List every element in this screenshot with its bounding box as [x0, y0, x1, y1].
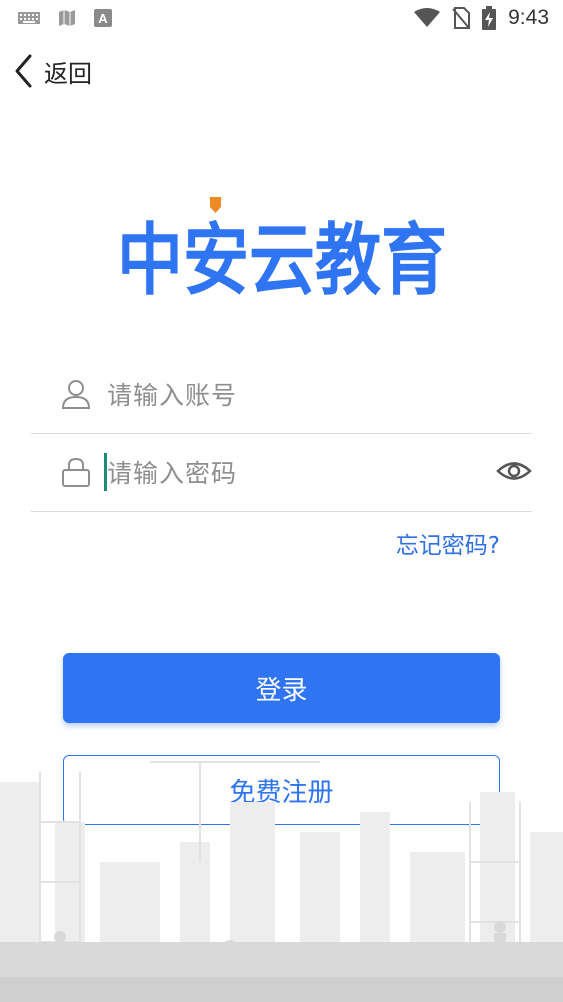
construction-skyline-illustration: [0, 761, 563, 1002]
back-label: 返回: [44, 59, 92, 88]
font-app-icon: A: [94, 9, 112, 27]
keyboard-icon: [18, 12, 40, 24]
forgot-password-link[interactable]: 忘记密码?: [396, 526, 500, 560]
eye-icon[interactable]: [496, 456, 532, 486]
chevron-left-icon: [15, 54, 32, 88]
logo-graphic: 中安云教育: [117, 197, 447, 306]
user-icon: [61, 380, 91, 409]
back-button[interactable]: 返回: [12, 50, 92, 92]
status-bar: A 9:43: [0, 0, 563, 38]
login-button[interactable]: 登录: [63, 653, 500, 723]
account-placeholder: 请输入账号: [107, 381, 238, 410]
svg-text:A: A: [98, 11, 108, 26]
no-sim-icon: [452, 7, 471, 29]
map-icon: [59, 10, 75, 26]
status-time: 9:43: [508, 6, 549, 29]
password-placeholder: 请输入密码: [107, 459, 238, 488]
brand-logo: 中安云教育: [115, 195, 450, 306]
wifi-icon: [414, 8, 441, 27]
password-field[interactable]: 请输入密码: [31, 434, 532, 512]
logo-text: 中安云教育: [117, 216, 447, 295]
battery-charging-icon: [482, 6, 497, 30]
lock-icon: [62, 457, 90, 487]
account-field[interactable]: 请输入账号: [31, 356, 532, 434]
